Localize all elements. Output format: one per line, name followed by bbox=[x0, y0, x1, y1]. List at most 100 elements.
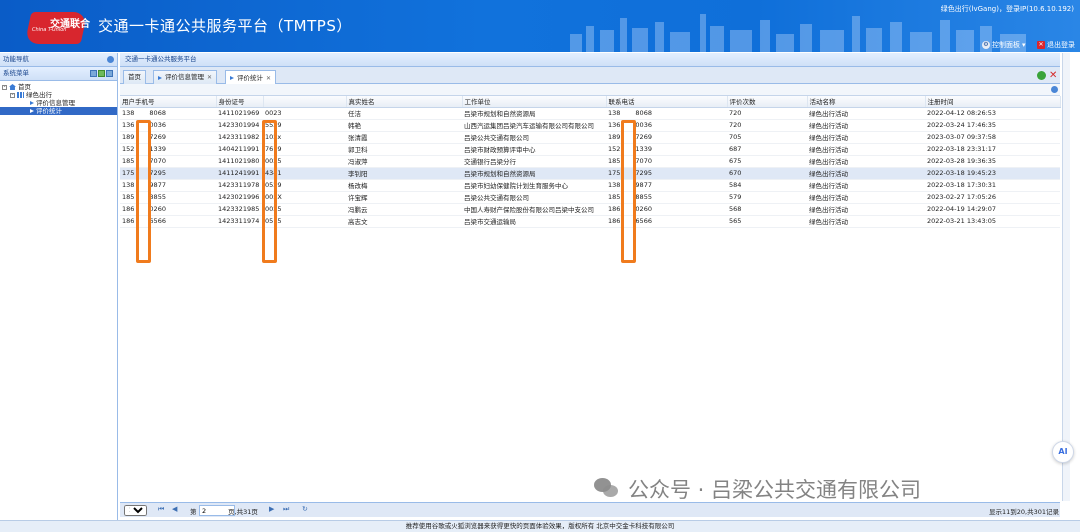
ai-assistant-button[interactable]: AI bbox=[1052, 441, 1074, 463]
cell-register-time: 2022-04-12 08:26:53 bbox=[925, 107, 1060, 120]
user-info: 绿色出行(lvGang)，登录IP(10.6.10.192) bbox=[940, 5, 1074, 13]
cell-mobile-prefix: 138 bbox=[122, 109, 135, 117]
first-page-icon[interactable]: ⏮ bbox=[158, 505, 164, 514]
expand-all-icon[interactable] bbox=[90, 70, 97, 77]
cell-register-time: 2022-03-28 19:36:35 bbox=[925, 155, 1060, 168]
cell-rating-count-prefix: 675 bbox=[729, 157, 742, 165]
tab-rating-statistics[interactable]: 评价统计 ✕ bbox=[225, 70, 277, 85]
cell-mobile: 136 0036 bbox=[120, 119, 216, 132]
refresh-icon[interactable] bbox=[98, 70, 105, 77]
cell-rating-count-prefix: 687 bbox=[729, 145, 742, 153]
col-header-activity-name[interactable]: 活动名称 bbox=[807, 96, 926, 108]
pagination-bar: 10 ⏮ ◀ 第 页,共31页 ▶ ⏭ ↻ 显示11到20,共301记录 bbox=[120, 502, 1060, 517]
cell-rating-count: 720 bbox=[727, 107, 807, 120]
col-header-contact-phone[interactable]: 联系电话 bbox=[606, 96, 728, 108]
tab-rating-management[interactable]: 评价信息管理 ✕ bbox=[153, 70, 218, 84]
cell-work-unit: 吕梁市妇幼保健院计划生育服务中心 bbox=[462, 179, 606, 192]
cell-mobile: 175 7295 bbox=[120, 167, 216, 180]
col-header-work-unit[interactable]: 工作单位 bbox=[462, 96, 607, 108]
collapse-icon[interactable] bbox=[107, 56, 114, 63]
minus-icon[interactable]: - bbox=[10, 92, 15, 98]
redaction-box-contact-phone bbox=[621, 120, 636, 263]
cell-real-name: 郭卫科 bbox=[346, 143, 462, 156]
cell-mobile-prefix: 185 bbox=[122, 157, 135, 165]
table-row[interactable]: 175 7295 1411241991 4341 李钊阳 吕梁市规划和自然资源局 175 72… bbox=[120, 167, 1060, 180]
cell-activity-name-prefix: 绿色出行活动 bbox=[809, 218, 848, 226]
cell-activity-name: 绿色出行活动 bbox=[807, 131, 925, 144]
cell-id-number: 1423311978 bbox=[216, 179, 263, 192]
cell-mobile-prefix: 185 bbox=[122, 193, 135, 201]
cell-activity-name-prefix: 绿色出行活动 bbox=[809, 110, 848, 118]
cell-contact-phone-suffix: 7269 bbox=[635, 133, 652, 141]
cell-mobile-suffix: 0036 bbox=[149, 121, 166, 129]
table-row[interactable]: 138 8068 1411021969 0023 任洁 吕梁市规划和自然资源局 138 806… bbox=[120, 107, 1060, 120]
cell-real-name: 李钊阳 bbox=[346, 167, 462, 180]
cell-id-number-prefix: 1423311982 bbox=[218, 133, 260, 141]
logout-button[interactable]: ✕ 退出登录 bbox=[1037, 40, 1075, 50]
close-icon[interactable]: ✕ bbox=[207, 71, 212, 84]
cell-real-name-prefix: 任洁 bbox=[348, 110, 361, 118]
cell-register-time: 2023-02-27 17:05:26 bbox=[925, 191, 1060, 204]
tree-item-green-travel[interactable]: - 绿色出行 bbox=[0, 91, 117, 99]
cell-real-name: 韩艳 bbox=[346, 119, 462, 132]
cell-work-unit: 吕梁公共交通有限公司 bbox=[462, 191, 606, 204]
vertical-scrollbar[interactable] bbox=[1062, 53, 1070, 501]
col-header-register-time[interactable]: 注册时间 bbox=[925, 96, 1061, 108]
cell-register-time-prefix: 2022-04-12 08:26:53 bbox=[927, 109, 997, 117]
cell-activity-name-prefix: 绿色出行活动 bbox=[809, 182, 848, 190]
cell-rating-count: 705 bbox=[727, 131, 807, 144]
cell-rating-count: 720 bbox=[727, 119, 807, 132]
footer: 推荐使用谷歌或火狐浏览器来获得更快的页面体验效果，版权所有 北京中交金卡科技有限… bbox=[0, 520, 1080, 532]
table-row[interactable]: 136 0036 1423301994 5529 韩艳 山西汽运集团吕梁汽车运输有限公司有… bbox=[120, 119, 1060, 132]
cell-register-time-prefix: 2022-03-21 13:43:05 bbox=[927, 217, 997, 225]
last-page-icon[interactable]: ⏭ bbox=[283, 505, 289, 514]
cell-register-time: 2022-03-18 17:30:31 bbox=[925, 179, 1060, 192]
minus-icon[interactable]: - bbox=[2, 84, 7, 90]
content-title: 交通一卡通公共服务平台 bbox=[120, 53, 1060, 67]
cell-rating-count: 565 bbox=[727, 215, 807, 228]
cell-activity-name-prefix: 绿色出行活动 bbox=[809, 122, 848, 130]
table-row[interactable]: 186 0260 1423321985 0025 冯鹏云 中国人寿财产保险股份有限公司吕梁… bbox=[120, 203, 1060, 216]
cell-real-name: 许宝辉 bbox=[346, 191, 462, 204]
table-row[interactable]: 185 7070 1411021980 0025 冯淑萍 交通银行吕梁分行 185 7070 6… bbox=[120, 155, 1060, 168]
table-row[interactable]: 186 6566 1423311974 0515 高志文 吕梁市交通运输局 186 6566 5… bbox=[120, 215, 1060, 228]
cell-id-number-prefix: 1411241991 bbox=[218, 169, 260, 177]
collapse-all-icon[interactable] bbox=[106, 70, 113, 77]
cell-work-unit-prefix: 吕梁市规划和自然资源局 bbox=[464, 110, 536, 118]
tree-item-rating-statistics[interactable]: 评价统计 bbox=[0, 107, 117, 115]
logo-subtext: China T-Union bbox=[32, 27, 67, 33]
chevron-down-icon: ▾ bbox=[1022, 41, 1026, 49]
cell-id-number: 1423321985 bbox=[216, 203, 263, 216]
cell-mobile-suffix: 6566 bbox=[149, 217, 166, 225]
table-row[interactable]: 189 7269 1423311982 102x 张清霞 吕梁公共交通有限公司 189 726… bbox=[120, 131, 1060, 144]
cell-contact-phone-prefix: 138 bbox=[608, 181, 621, 189]
col-header-id-number[interactable]: 身份证号 bbox=[216, 96, 264, 108]
cell-mobile-suffix: 0260 bbox=[149, 205, 166, 213]
col-header-mobile[interactable]: 用户手机号 bbox=[120, 96, 217, 108]
cell-register-time-prefix: 2022-03-24 17:46:35 bbox=[927, 121, 997, 129]
table-row[interactable]: 185 8855 1423021996 005X 许宝辉 吕梁公共交通有限公司 185 885… bbox=[120, 191, 1060, 204]
close-all-tabs-icon[interactable]: ✕ bbox=[1049, 71, 1058, 81]
col-header-rating-count[interactable]: 评价次数 bbox=[727, 96, 808, 108]
cell-activity-name: 绿色出行活动 bbox=[807, 119, 925, 132]
tree-item-rating-management[interactable]: 评价信息管理 bbox=[0, 99, 117, 107]
cell-real-name: 冯淑萍 bbox=[346, 155, 462, 168]
table-row[interactable]: 138 9877 1423311978 0529 杨改梅 吕梁市妇幼保健院计划生育服务中心… bbox=[120, 179, 1060, 192]
control-panel-button[interactable]: ⚙ 控制面板 ▾ bbox=[982, 40, 1026, 50]
tree-item-home[interactable]: - 首页 bbox=[0, 83, 117, 91]
cell-work-unit-prefix: 吕梁公共交通有限公司 bbox=[464, 134, 529, 142]
cell-contact-phone-prefix: 185 bbox=[608, 193, 621, 201]
reload-icon[interactable]: ↻ bbox=[302, 505, 308, 513]
cell-contact-phone-suffix: 8855 bbox=[635, 193, 652, 201]
settings-icon[interactable] bbox=[1051, 86, 1058, 93]
cell-work-unit-prefix: 吕梁市妇幼保健院计划生育服务中心 bbox=[464, 182, 568, 190]
close-icon[interactable]: ✕ bbox=[266, 72, 271, 85]
tab-home[interactable]: 首页 bbox=[123, 70, 146, 84]
prev-page-icon[interactable]: ◀ bbox=[172, 505, 177, 513]
cell-mobile: 186 6566 bbox=[120, 215, 216, 228]
page-size-select[interactable]: 10 bbox=[124, 505, 147, 516]
refresh-tab-icon[interactable] bbox=[1037, 71, 1046, 80]
table-row[interactable]: 152 1339 1404211991 7619 郭卫科 吕梁市财政预算评审中心 152 13… bbox=[120, 143, 1060, 156]
col-header-real-name[interactable]: 真实姓名 bbox=[346, 96, 463, 108]
next-page-icon[interactable]: ▶ bbox=[269, 505, 274, 513]
